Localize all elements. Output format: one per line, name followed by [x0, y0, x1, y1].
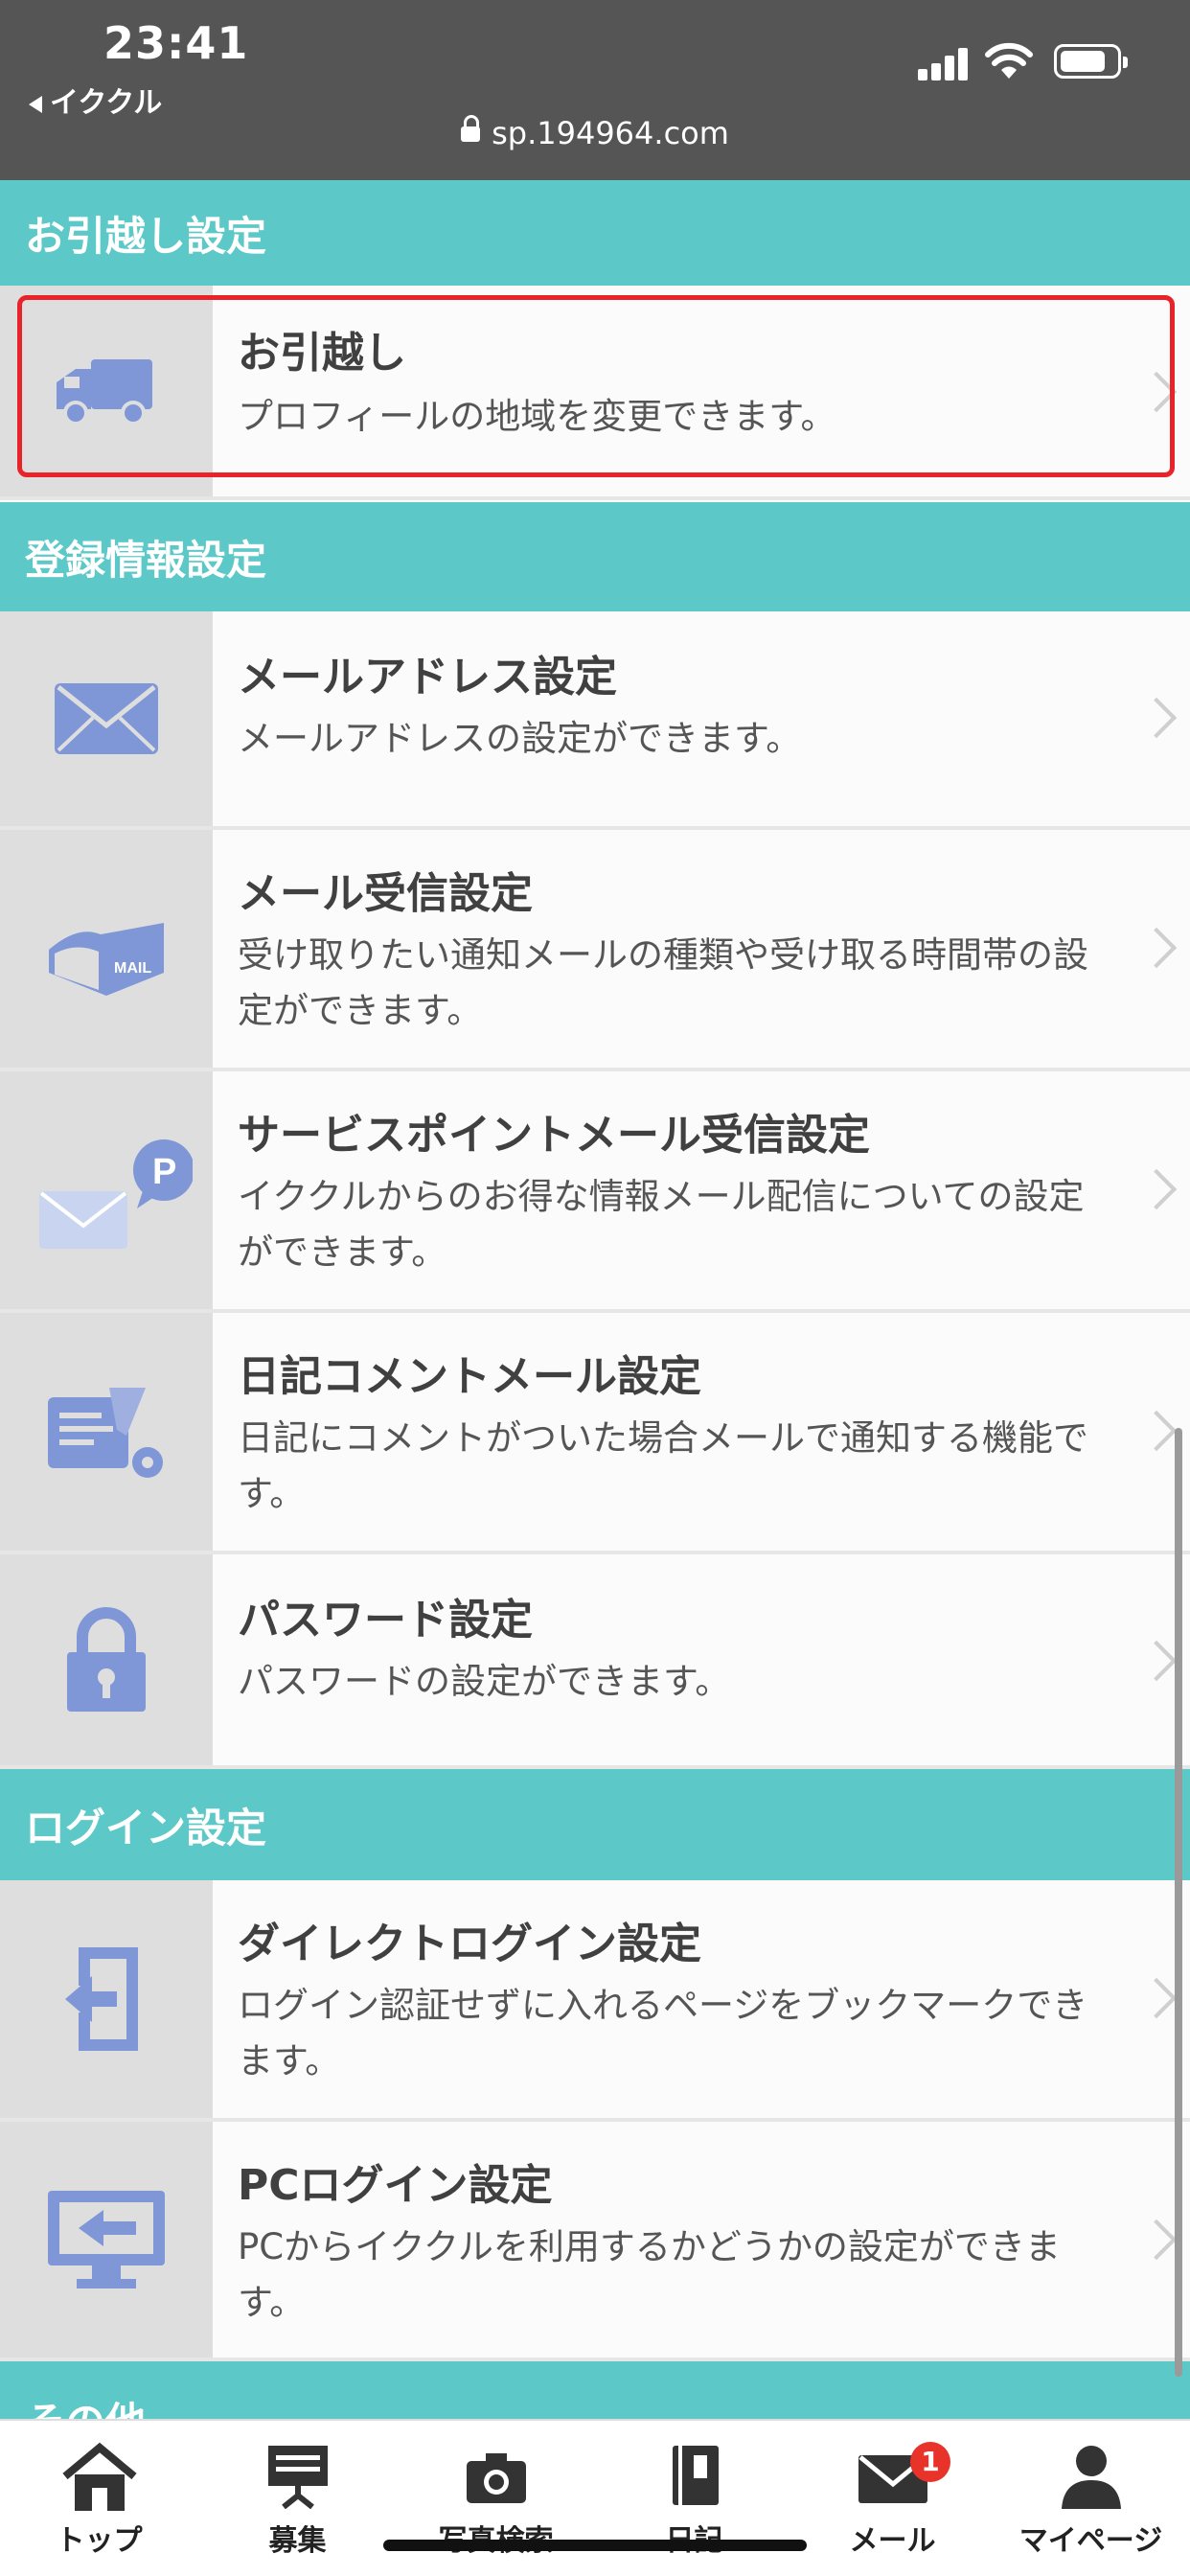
notebook-icon: [672, 2446, 719, 2505]
svg-text:P: P: [152, 1152, 176, 1192]
row-title: PCログイン設定: [238, 2161, 553, 2210]
chevron-right-icon: [1135, 2219, 1178, 2261]
home-icon: [61, 2442, 137, 2511]
section-header-moving: お引越し設定: [0, 180, 1190, 286]
status-time: 23:41: [103, 17, 249, 69]
row-icon-cell: MAIL: [0, 830, 213, 1068]
bottom-nav: トップ 募集 写真検索: [0, 2419, 1190, 2576]
monitor-login-icon: [48, 2191, 165, 2288]
point-mail-icon: P: [39, 1139, 193, 1249]
row-icon-cell: P: [0, 1071, 213, 1309]
url-bar[interactable]: sp.194964.com: [0, 115, 1190, 151]
row-description: メールアドレスの設定ができます。: [238, 718, 802, 759]
section-header-login: ログイン設定: [0, 1769, 1190, 1880]
nav-photo-search[interactable]: 写真検索: [397, 2421, 595, 2576]
row-description: イククルからのお得な情報メール配信についての設定ができます。: [238, 1176, 1085, 1273]
row-title: 日記コメントメール設定: [238, 1352, 701, 1401]
nav-label: マイページ: [1018, 2524, 1163, 2558]
nav-label: 写真検索: [397, 2517, 595, 2559]
row-description: PCからイククルを利用するかどうかの設定ができます。: [238, 2226, 1061, 2323]
row-description: 受け取りたい通知メールの種類や受け取る時間帯の設定ができます。: [238, 934, 1088, 1031]
home-indicator: [383, 2540, 807, 2551]
nav-label: 募集: [268, 2524, 327, 2558]
nav-mypage[interactable]: マイページ: [992, 2421, 1190, 2576]
row-description: ログイン認証せずに入れるページをブックマークできます。: [238, 1985, 1088, 2082]
settings-row-email[interactable]: メールアドレス設定 メールアドレスの設定ができます。: [0, 611, 1190, 830]
person-icon: [1061, 2446, 1121, 2509]
highlight-box: [17, 295, 1175, 477]
nav-label: メール: [849, 2524, 936, 2558]
envelope-icon: [55, 683, 158, 754]
settings-row-password[interactable]: パスワード設定 パスワードの設定ができます。: [0, 1554, 1190, 1769]
chevron-right-icon: [1135, 1640, 1178, 1682]
battery-icon: [1054, 44, 1128, 79]
row-description: 日記にコメントがついた場合メールで通知する機能です。: [238, 1417, 1088, 1514]
nav-diary[interactable]: 日記: [595, 2421, 793, 2576]
app-screen: 23:41 イククル sp.194964.com お引越し設定 お引越し プロフ…: [0, 0, 1190, 2576]
settings-row-diary-comment[interactable]: 日記コメントメール設定 日記にコメントがついた場合メールで通知する機能です。: [0, 1313, 1190, 1554]
row-title: パスワード設定: [238, 1596, 533, 1644]
settings-row-pc-login[interactable]: PCログイン設定 PCからイククルを利用するかどうかの設定ができます。: [0, 2122, 1190, 2361]
chevron-right-icon: [1135, 697, 1178, 739]
row-description: パスワードの設定ができます。: [238, 1661, 731, 1702]
nav-mail[interactable]: 1 メール: [793, 2421, 992, 2576]
back-arrow-icon: [29, 95, 42, 113]
row-title: ダイレクトログイン設定: [238, 1920, 701, 1968]
chevron-right-icon: [1135, 1168, 1178, 1210]
url-text: sp.194964.com: [492, 115, 729, 151]
chevron-right-icon: [1135, 1410, 1178, 1452]
nav-label: 日記: [595, 2517, 793, 2559]
svg-text:MAIL: MAIL: [114, 960, 151, 977]
wifi-icon: [985, 42, 1033, 79]
mailbox-icon: MAIL: [49, 923, 164, 996]
page-scrollbar[interactable]: [1175, 1428, 1182, 2377]
login-arrow-icon: [65, 1947, 138, 2051]
board-icon: [267, 2446, 328, 2509]
row-icon-cell: [0, 1554, 213, 1765]
lock-icon: [461, 115, 481, 142]
row-icon-cell: [0, 1880, 213, 2118]
nav-label: トップ: [56, 2524, 143, 2558]
row-icon-cell: [0, 611, 213, 826]
row-title: メールアドレス設定: [238, 653, 617, 702]
row-title: サービスポイントメール受信設定: [238, 1111, 870, 1160]
chevron-right-icon: [1135, 927, 1178, 969]
nav-top[interactable]: トップ: [0, 2421, 198, 2576]
cellular-signal-icon: [918, 46, 972, 80]
nav-recruit[interactable]: 募集: [198, 2421, 397, 2576]
chevron-right-icon: [1135, 1977, 1178, 2019]
camera-icon: [466, 2453, 526, 2503]
settings-row-mail-receive[interactable]: MAIL メール受信設定 受け取りたい通知メールの種類や受け取る時間帯の設定がで…: [0, 830, 1190, 1071]
row-icon-cell: [0, 1313, 213, 1551]
settings-row-service-point[interactable]: P サービスポイントメール受信設定 イククルからのお得な情報メール配信についての…: [0, 1071, 1190, 1313]
section-header-registration: 登録情報設定: [0, 502, 1190, 611]
unread-badge: 1: [910, 2442, 950, 2482]
row-icon-cell: [0, 2122, 213, 2358]
settings-row-direct-login[interactable]: ダイレクトログイン設定 ログイン認証せずに入れるページをブックマークできます。: [0, 1880, 1190, 2122]
diary-gear-icon: [48, 1388, 163, 1478]
row-title: メール受信設定: [238, 869, 533, 918]
browser-top-bar: 23:41 イククル sp.194964.com: [0, 0, 1190, 180]
padlock-icon: [67, 1607, 146, 1712]
